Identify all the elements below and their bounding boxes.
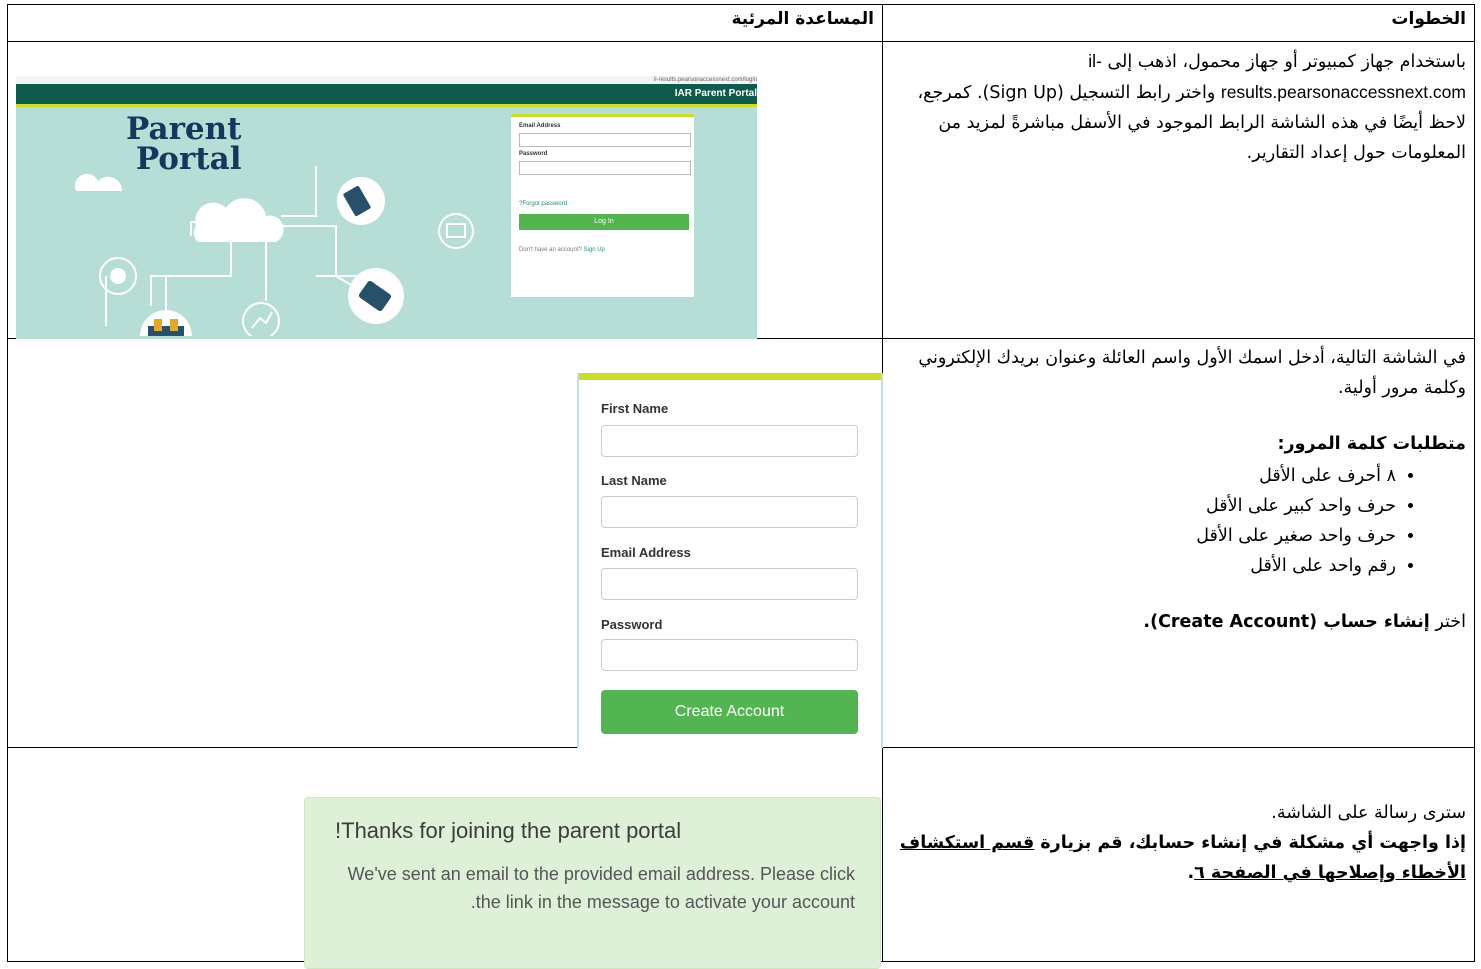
password-label: Password	[519, 151, 548, 157]
password-requirements-title: متطلبات كلمة المرور:	[1277, 434, 1466, 454]
login-button[interactable]: Log In	[519, 214, 689, 230]
password-field-input[interactable]	[601, 639, 858, 671]
step-1-visual: il-results.pearsonaccessnext.com/login I…	[7, 41, 883, 339]
choose-prefix: اختر	[1429, 612, 1466, 632]
requirement-item: حرف واحد كبير على الأقل	[893, 491, 1396, 521]
header-visual-aid: المساعدة المرئية	[7, 4, 883, 42]
step-2-intro: في الشاشة التالية، أدخل اسمك الأول واسم …	[918, 348, 1466, 398]
confirmation-title: Thanks for joining the parent portal!	[335, 818, 682, 843]
confirmation-message: Thanks for joining the parent portal! We…	[304, 797, 881, 969]
step-1-text: باستخدام جهاز كمبيوتر أو جهاز محمول، اذه…	[882, 41, 1475, 339]
requirement-item: حرف واحد صغير على الأقل	[893, 521, 1396, 551]
login-card: Email Address Password Forgot password? …	[511, 114, 694, 297]
first-name-label: First Name	[601, 401, 669, 416]
confirmation-body: We've sent an email to the provided emai…	[347, 864, 855, 912]
portal-illustration	[74, 166, 474, 336]
step-2-visual: First Name Last Name Email Address Passw…	[7, 338, 883, 748]
steps-table: الخطوات المساعدة المرئية باستخدام جهاز ك…	[7, 4, 1475, 969]
step-3-text: سترى رسالة على الشاشة. إذا واجهت أي مشكل…	[882, 747, 1475, 962]
browser-url: il-results.pearsonaccessnext.com/login	[16, 76, 757, 84]
requirement-item: ٨ أحرف على الأقل	[893, 461, 1396, 491]
email-address-input[interactable]	[601, 568, 858, 600]
signup-prompt: Don't have an account? Sign Up	[519, 247, 605, 253]
password-requirements-list: ٨ أحرف على الأقل حرف واحد كبير على الأقل…	[893, 461, 1466, 581]
step-1-text-a: باستخدام جهاز كمبيوتر أو جهاز محمول، اذه…	[1101, 52, 1466, 72]
create-account-form: First Name Last Name Email Address Passw…	[577, 373, 883, 748]
form-accent-stripe	[579, 373, 881, 380]
password-input[interactable]	[519, 161, 691, 175]
email-input[interactable]	[519, 133, 691, 147]
step-3-line1: سترى رسالة على الشاشة.	[1271, 803, 1466, 823]
create-account-button[interactable]: Create Account	[601, 690, 858, 734]
step-3-bold-prefix: إذا واجهت أي مشكلة في إنشاء حسابك، قم بز…	[1034, 833, 1466, 853]
email-address-label: Email Address	[601, 545, 691, 560]
portal-title-bar: IAR Parent Portal	[16, 84, 757, 104]
requirement-item: رقم واحد على الأقل	[893, 551, 1396, 581]
create-account-instruction: إنشاء حساب (Create Account).	[1143, 612, 1430, 632]
step-2-text: في الشاشة التالية، أدخل اسمك الأول واسم …	[882, 338, 1475, 748]
first-name-input[interactable]	[601, 425, 858, 457]
sign-up-link[interactable]: Sign Up	[584, 247, 605, 253]
email-label: Email Address	[519, 123, 561, 129]
cloud-icon-small	[74, 173, 123, 191]
password-field-label: Password	[601, 617, 663, 632]
step-3-visual: Thanks for joining the parent portal! We…	[7, 747, 883, 969]
last-name-input[interactable]	[601, 496, 858, 528]
forgot-password-link[interactable]: Forgot password?	[519, 201, 567, 207]
mail-icon	[438, 213, 474, 249]
parent-portal-screenshot: il-results.pearsonaccessnext.com/login I…	[16, 76, 757, 339]
cloud-icon	[193, 198, 284, 242]
no-account-text: Don't have an account?	[519, 247, 584, 253]
last-name-label: Last Name	[601, 473, 667, 488]
header-steps: الخطوات	[882, 4, 1475, 42]
portal-accent-stripe	[16, 104, 757, 107]
